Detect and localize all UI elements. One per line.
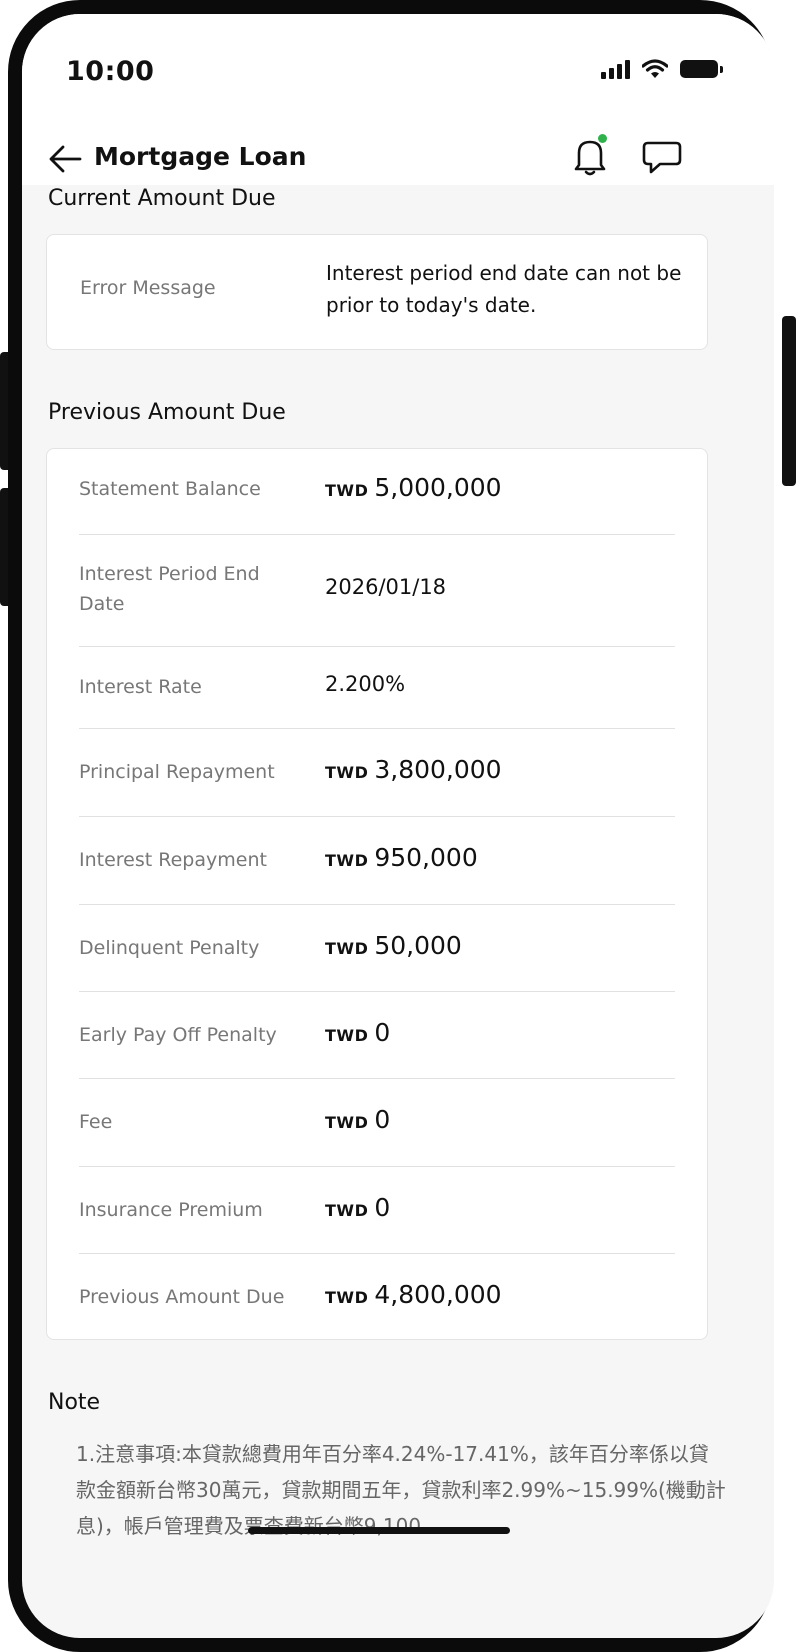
app-header: Mortgage Loan bbox=[22, 134, 774, 184]
row-value: TWD 0 bbox=[325, 1193, 390, 1222]
amount-value: 3,800,000 bbox=[374, 755, 502, 784]
status-icons bbox=[601, 59, 723, 79]
error-message: Interest period end date can not be prio… bbox=[326, 261, 682, 317]
detail-row-fee: Fee TWD 0 bbox=[79, 1079, 675, 1167]
error-label: Error Message bbox=[80, 277, 216, 299]
row-label: Statement Balance bbox=[79, 478, 261, 500]
row-value: 2.200% bbox=[325, 672, 405, 696]
chat-icon bbox=[642, 141, 682, 174]
page-title: Mortgage Loan bbox=[94, 142, 307, 171]
notification-dot bbox=[598, 134, 607, 143]
currency-label: TWD bbox=[325, 939, 369, 958]
currency-label: TWD bbox=[325, 1026, 369, 1045]
signal-icon bbox=[601, 59, 630, 79]
side-button bbox=[782, 316, 796, 486]
row-value: TWD 0 bbox=[325, 1018, 390, 1047]
row-label: Insurance Premium bbox=[79, 1199, 263, 1221]
home-indicator[interactable] bbox=[248, 1527, 510, 1534]
screen: 10:00 Mortgage Loan Current Amount Due E… bbox=[22, 14, 774, 1638]
row-value: TWD 50,000 bbox=[325, 931, 462, 960]
currency-label: TWD bbox=[325, 763, 369, 782]
detail-row-principal-repayment: Principal Repayment TWD 3,800,000 bbox=[79, 729, 675, 817]
row-label: Fee bbox=[79, 1111, 113, 1133]
chat-button[interactable] bbox=[640, 138, 684, 178]
amount-value: 950,000 bbox=[374, 843, 478, 872]
amount-value: 4,800,000 bbox=[374, 1280, 502, 1309]
row-value: TWD 4,800,000 bbox=[325, 1280, 502, 1309]
amount-value: 50,000 bbox=[374, 931, 462, 960]
section-title-previous: Previous Amount Due bbox=[48, 400, 286, 425]
currency-label: TWD bbox=[325, 851, 369, 870]
battery-icon bbox=[680, 60, 723, 78]
row-label: Early Pay Off Penalty bbox=[79, 1024, 277, 1046]
currency-label: TWD bbox=[325, 1201, 369, 1220]
note-title: Note bbox=[48, 1390, 101, 1415]
row-value: TWD 5,000,000 bbox=[325, 473, 502, 502]
currency-label: TWD bbox=[325, 481, 369, 500]
row-value: TWD 950,000 bbox=[325, 843, 478, 872]
row-label: Previous Amount Due bbox=[79, 1286, 285, 1308]
amount-value: 0 bbox=[374, 1105, 391, 1134]
error-card: Error Message Interest period end date c… bbox=[46, 234, 708, 350]
detail-row-interest-rate: Interest Rate 2.200% bbox=[79, 647, 675, 729]
amount-value: 0 bbox=[374, 1193, 391, 1222]
detail-row-interest-repayment: Interest Repayment TWD 950,000 bbox=[79, 817, 675, 905]
section-title-current: Current Amount Due bbox=[48, 186, 276, 211]
row-value: 2026/01/18 bbox=[325, 575, 446, 599]
row-label: Delinquent Penalty bbox=[79, 937, 260, 959]
row-label: Principal Repayment bbox=[79, 761, 275, 783]
wifi-icon bbox=[642, 59, 668, 78]
detail-row-previous-amount-due: Previous Amount Due TWD 4,800,000 bbox=[79, 1254, 675, 1340]
row-label: Interest Period End Date bbox=[79, 563, 260, 615]
row-value: TWD 3,800,000 bbox=[325, 755, 502, 784]
amount-value: 5,000,000 bbox=[374, 473, 502, 502]
row-label: Interest Rate bbox=[79, 676, 202, 698]
currency-label: TWD bbox=[325, 1288, 369, 1307]
detail-row-insurance-premium: Insurance Premium TWD 0 bbox=[79, 1167, 675, 1254]
status-time: 10:00 bbox=[66, 56, 155, 87]
row-value: TWD 0 bbox=[325, 1105, 390, 1134]
notification-button[interactable] bbox=[570, 134, 610, 178]
detail-row-statement-balance: Statement Balance TWD 5,000,000 bbox=[79, 449, 675, 535]
previous-amount-card: Statement Balance TWD 5,000,000 Interest … bbox=[46, 448, 708, 1340]
detail-row-early-pay-off-penalty: Early Pay Off Penalty TWD 0 bbox=[79, 992, 675, 1079]
rate-value: 2.200% bbox=[325, 672, 406, 696]
currency-label: TWD bbox=[325, 1113, 369, 1132]
amount-value: 0 bbox=[374, 1018, 391, 1047]
back-arrow-icon[interactable] bbox=[48, 144, 82, 174]
date-value: 2026/01/18 bbox=[325, 575, 447, 599]
detail-row-delinquent-penalty: Delinquent Penalty TWD 50,000 bbox=[79, 905, 675, 992]
row-label: Interest Repayment bbox=[79, 849, 267, 871]
detail-row-interest-period-end-date: Interest Period End Date 2026/01/18 bbox=[79, 535, 675, 647]
